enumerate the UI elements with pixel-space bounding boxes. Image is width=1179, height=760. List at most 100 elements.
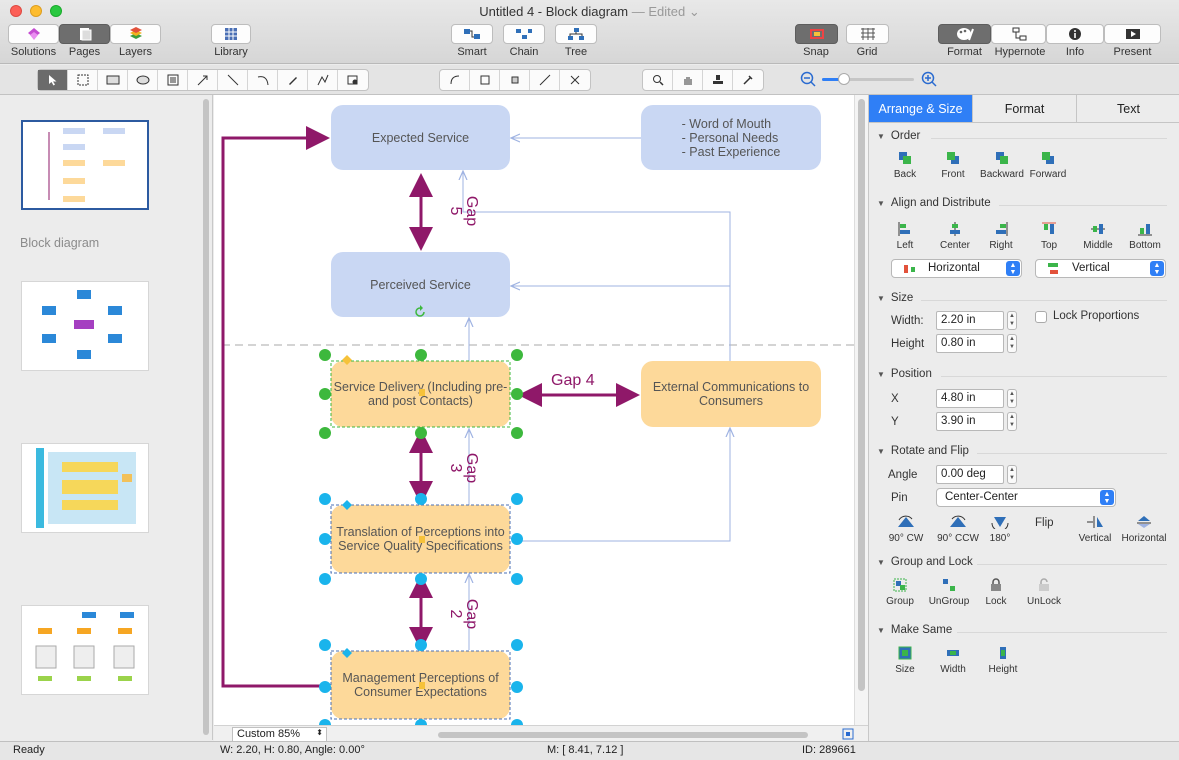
pin-select[interactable]: Center-Center ▲ ▼ [936,488,1116,507]
x-stepper[interactable]: ▲ ▼ [1007,389,1017,408]
zoom-select[interactable]: Custom 85% ⬍ [232,727,327,742]
same-width-button[interactable]: Width [935,646,971,675]
page-thumbnail-4[interactable] [21,605,149,695]
insert-shape-icon[interactable] [338,70,368,90]
group-button[interactable]: Group [883,578,917,607]
make-same-section-title[interactable]: Make Same [877,624,952,636]
hypernote-button[interactable] [991,24,1046,44]
zoom-icon[interactable] [643,70,673,90]
align-section-title[interactable]: Align and Distribute [877,197,991,209]
canvas-vertical-scroll-thumb[interactable] [858,99,865,691]
format-button[interactable] [938,24,991,44]
hand-icon[interactable] [673,70,703,90]
zoom-slider-knob[interactable] [838,73,850,85]
same-size-button[interactable]: Size [889,646,921,675]
text-select-icon[interactable] [68,70,98,90]
page-thumbnail-1[interactable] [21,120,149,210]
order-section-title[interactable]: Order [877,130,920,142]
smart-button[interactable] [451,24,493,44]
rotate-180-button[interactable]: 180° [985,515,1015,544]
align-left-button[interactable]: Left [889,222,921,251]
connector-box-icon[interactable] [500,70,530,90]
ungroup-button[interactable]: UnGroup [927,578,971,607]
canvas-vertical-scrollbar[interactable] [854,95,868,725]
info-label: Info [1065,46,1085,58]
align-right-button[interactable]: Right [985,222,1017,251]
delivery-control-point[interactable] [342,355,352,365]
management-control-point[interactable] [342,648,352,658]
width-field[interactable]: 2.20 in [936,311,1004,330]
align-bottom-button[interactable]: Bottom [1125,222,1165,251]
distribute-vertical-select[interactable]: Vertical ▲ ▼ [1035,259,1166,278]
connector-curve-icon[interactable] [440,70,470,90]
tab-format[interactable]: Format [972,95,1076,123]
library-button[interactable] [211,24,251,44]
rotate-section-title[interactable]: Rotate and Flip [877,445,969,457]
snap-button[interactable] [795,24,838,44]
eyedropper-icon[interactable] [733,70,763,90]
translation-control-point[interactable] [342,500,352,510]
rotate-ccw-button[interactable]: 90° CCW [933,515,983,544]
present-button[interactable] [1104,24,1161,44]
stamp-icon[interactable] [703,70,733,90]
canvas-horizontal-scroll-thumb[interactable] [438,732,808,738]
zoom-in-icon[interactable] [921,71,937,87]
height-stepper[interactable]: ▲ ▼ [1007,334,1017,353]
align-center-button[interactable]: Center [937,222,973,251]
connector-cross-icon[interactable] [560,70,590,90]
width-stepper[interactable]: ▲ ▼ [1007,311,1017,330]
size-section-title[interactable]: Size [877,292,913,304]
rotate-cw-button[interactable]: 90° CW [885,515,927,544]
y-stepper[interactable]: ▲ ▼ [1007,412,1017,431]
solutions-button[interactable] [8,24,59,44]
unlock-icon [1039,578,1049,591]
back-button[interactable]: Back [885,151,925,180]
connector-angle-icon[interactable] [530,70,560,90]
front-button[interactable]: Front [933,151,973,180]
flip-vertical-button[interactable]: Vertical [1075,515,1115,544]
diagram-canvas[interactable]: Expected Service - Word of Mouth - Perso… [214,95,854,725]
connector-rect-icon[interactable] [470,70,500,90]
tab-text[interactable]: Text [1076,95,1179,123]
text-block-icon[interactable] [158,70,188,90]
ellipse-icon[interactable] [128,70,158,90]
distribute-horizontal-select[interactable]: Horizontal ▲ ▼ [891,259,1022,278]
flip-horizontal-button[interactable]: Horizontal [1119,515,1169,544]
y-field[interactable]: 3.90 in [936,412,1004,431]
unlock-button[interactable]: UnLock [1024,578,1064,607]
align-top-button[interactable]: Top [1033,222,1065,251]
line-icon[interactable] [218,70,248,90]
rectangle-icon[interactable] [98,70,128,90]
layers-button[interactable] [110,24,161,44]
view-tools-group [642,69,764,91]
zoom-out-icon[interactable] [800,71,816,87]
pen-icon[interactable] [278,70,308,90]
chain-button[interactable] [503,24,545,44]
tab-arrange-size[interactable]: Arrange & Size [869,95,972,123]
tree-button[interactable] [555,24,597,44]
pages-button[interactable] [59,24,110,44]
height-label: Height [891,338,925,350]
lock-button[interactable]: Lock [981,578,1011,607]
position-section-title[interactable]: Position [877,368,932,380]
fit-page-icon[interactable] [842,728,854,740]
arc-icon[interactable] [248,70,278,90]
pages-scrollbar[interactable] [203,99,209,735]
grid-button[interactable] [846,24,889,44]
forward-button[interactable]: Forward [1025,151,1071,180]
arrow-line-icon[interactable] [188,70,218,90]
angle-field[interactable]: 0.00 deg [936,465,1004,484]
lock-proportions-checkbox[interactable] [1035,311,1047,323]
x-field[interactable]: 4.80 in [936,389,1004,408]
page-thumbnail-2[interactable] [21,281,149,371]
backward-button[interactable]: Backward [977,151,1027,180]
page-thumbnail-3[interactable] [21,443,149,533]
align-middle-button[interactable]: Middle [1079,222,1117,251]
same-height-button[interactable]: Height [985,646,1021,675]
bezier-icon[interactable] [308,70,338,90]
height-field[interactable]: 0.80 in [936,334,1004,353]
pointer-icon[interactable] [38,70,68,90]
angle-stepper[interactable]: ▲ ▼ [1007,465,1017,484]
info-button[interactable] [1046,24,1104,44]
group-section-title[interactable]: Group and Lock [877,556,973,568]
